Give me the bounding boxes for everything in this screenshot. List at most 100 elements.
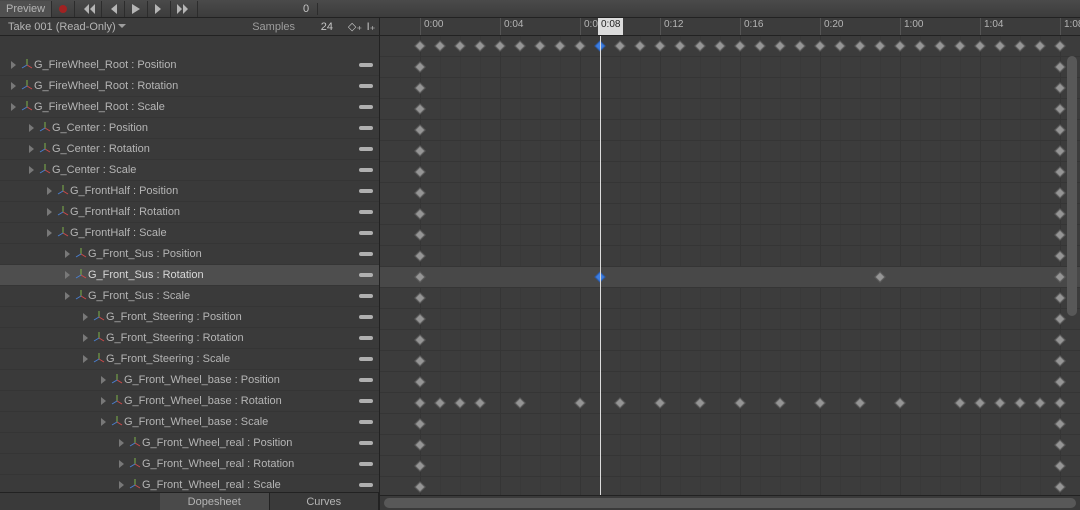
expand-arrow-icon[interactable] bbox=[98, 418, 110, 426]
next-keyframe-button[interactable] bbox=[148, 1, 171, 17]
property-track[interactable] bbox=[380, 141, 1080, 162]
options-menu-icon[interactable] bbox=[359, 84, 373, 88]
keyframe-diamond[interactable] bbox=[454, 40, 465, 51]
expand-arrow-icon[interactable] bbox=[26, 145, 38, 153]
property-track[interactable] bbox=[380, 99, 1080, 120]
options-menu-icon[interactable] bbox=[359, 399, 373, 403]
keyframe-diamond[interactable] bbox=[954, 40, 965, 51]
keyframe-diamond[interactable] bbox=[814, 40, 825, 51]
property-row[interactable]: G_Center : Rotation bbox=[0, 139, 379, 160]
go-to-end-button[interactable] bbox=[171, 1, 198, 17]
options-menu-icon[interactable] bbox=[359, 462, 373, 466]
keyframe-diamond[interactable] bbox=[414, 271, 425, 282]
options-menu-icon[interactable] bbox=[359, 357, 373, 361]
keyframe-diamond[interactable] bbox=[694, 40, 705, 51]
summary-track[interactable] bbox=[380, 36, 1080, 57]
keyframe-diamond[interactable] bbox=[454, 397, 465, 408]
keyframe-diamond[interactable] bbox=[994, 397, 1005, 408]
options-menu-icon[interactable] bbox=[359, 420, 373, 424]
keyframe-diamond[interactable] bbox=[614, 40, 625, 51]
options-menu-icon[interactable] bbox=[359, 189, 373, 193]
keyframe-diamond[interactable] bbox=[774, 40, 785, 51]
keyframe-diamond[interactable] bbox=[414, 397, 425, 408]
property-track[interactable] bbox=[380, 162, 1080, 183]
options-menu-icon[interactable] bbox=[359, 378, 373, 382]
keyframe-diamond[interactable] bbox=[494, 40, 505, 51]
property-track[interactable] bbox=[380, 393, 1080, 414]
property-row[interactable]: G_Front_Wheel_base : Rotation bbox=[0, 391, 379, 412]
property-row[interactable]: G_Front_Sus : Scale bbox=[0, 286, 379, 307]
property-row[interactable]: G_Front_Steering : Scale bbox=[0, 349, 379, 370]
keyframe-diamond[interactable] bbox=[514, 397, 525, 408]
keyframe-diamond[interactable] bbox=[1054, 208, 1065, 219]
property-row[interactable]: G_Front_Wheel_base : Scale bbox=[0, 412, 379, 433]
keyframe-diamond[interactable] bbox=[1054, 460, 1065, 471]
keyframe-diamond[interactable] bbox=[1054, 187, 1065, 198]
keyframe-diamond[interactable] bbox=[414, 82, 425, 93]
samples-value[interactable]: 24 bbox=[303, 21, 333, 33]
keyframe-diamond[interactable] bbox=[414, 376, 425, 387]
keyframe-diamond[interactable] bbox=[414, 481, 425, 492]
keyframe-diamond[interactable] bbox=[574, 397, 585, 408]
keyframe-diamond[interactable] bbox=[414, 313, 425, 324]
property-row[interactable]: G_Front_Steering : Position bbox=[0, 307, 379, 328]
keyframe-diamond[interactable] bbox=[874, 40, 885, 51]
keyframe-diamond[interactable] bbox=[994, 40, 1005, 51]
property-track[interactable] bbox=[380, 225, 1080, 246]
add-keyframe-button[interactable]: ◇₊ bbox=[347, 20, 363, 33]
property-row[interactable]: G_FrontHalf : Position bbox=[0, 181, 379, 202]
keyframe-diamond[interactable] bbox=[1034, 40, 1045, 51]
preview-button[interactable]: Preview bbox=[0, 1, 52, 17]
expand-arrow-icon[interactable] bbox=[8, 103, 20, 111]
keyframe-diamond[interactable] bbox=[414, 460, 425, 471]
scrollbar-thumb[interactable] bbox=[1067, 56, 1077, 316]
keyframe-diamond[interactable] bbox=[414, 166, 425, 177]
options-menu-icon[interactable] bbox=[359, 210, 373, 214]
options-menu-icon[interactable] bbox=[359, 483, 373, 487]
property-track[interactable] bbox=[380, 414, 1080, 435]
property-track[interactable] bbox=[380, 78, 1080, 99]
add-event-button[interactable]: I₊ bbox=[363, 20, 379, 33]
property-track[interactable] bbox=[380, 330, 1080, 351]
keyframe-diamond[interactable] bbox=[974, 40, 985, 51]
keyframe-diamond[interactable] bbox=[1054, 166, 1065, 177]
tab-curves[interactable]: Curves bbox=[270, 493, 380, 510]
options-menu-icon[interactable] bbox=[359, 273, 373, 277]
expand-arrow-icon[interactable] bbox=[98, 376, 110, 384]
clip-name[interactable]: Take 001 (Read-Only) bbox=[8, 21, 116, 33]
keyframe-diamond[interactable] bbox=[474, 397, 485, 408]
property-row[interactable]: G_Center : Position bbox=[0, 118, 379, 139]
scrollbar-thumb[interactable] bbox=[384, 498, 1076, 508]
keyframe-diamond[interactable] bbox=[414, 208, 425, 219]
keyframe-diamond[interactable] bbox=[814, 397, 825, 408]
expand-arrow-icon[interactable] bbox=[80, 334, 92, 342]
property-track[interactable] bbox=[380, 288, 1080, 309]
keyframe-diamond[interactable] bbox=[1054, 229, 1065, 240]
property-track[interactable] bbox=[380, 309, 1080, 330]
keyframe-diamond[interactable] bbox=[1054, 40, 1065, 51]
property-row[interactable]: G_Front_Wheel_real : Position bbox=[0, 433, 379, 454]
keyframe-diamond[interactable] bbox=[414, 40, 425, 51]
tab-dopesheet[interactable]: Dopesheet bbox=[160, 493, 270, 510]
playhead-flag[interactable]: 0:08 bbox=[598, 18, 623, 35]
keyframe-diamond[interactable] bbox=[654, 40, 665, 51]
expand-arrow-icon[interactable] bbox=[116, 439, 128, 447]
keyframe-diamond[interactable] bbox=[514, 40, 525, 51]
vertical-scrollbar[interactable] bbox=[1066, 54, 1078, 510]
property-row[interactable]: G_Center : Scale bbox=[0, 160, 379, 181]
keyframe-diamond[interactable] bbox=[714, 40, 725, 51]
keyframe-diamond[interactable] bbox=[1054, 271, 1065, 282]
keyframe-diamond[interactable] bbox=[414, 355, 425, 366]
keyframe-diamond[interactable] bbox=[954, 397, 965, 408]
expand-arrow-icon[interactable] bbox=[116, 460, 128, 468]
keyframe-diamond[interactable] bbox=[834, 40, 845, 51]
keyframe-diamond[interactable] bbox=[434, 397, 445, 408]
keyframe-diamond[interactable] bbox=[1054, 292, 1065, 303]
prev-keyframe-button[interactable] bbox=[102, 1, 125, 17]
keyframe-diamond[interactable] bbox=[1054, 355, 1065, 366]
property-tree[interactable]: G_FireWheel_Root : PositionG_FireWheel_R… bbox=[0, 36, 379, 492]
keyframe-diamond[interactable] bbox=[1054, 82, 1065, 93]
expand-arrow-icon[interactable] bbox=[26, 166, 38, 174]
keyframe-diamond[interactable] bbox=[734, 40, 745, 51]
expand-arrow-icon[interactable] bbox=[62, 250, 74, 258]
